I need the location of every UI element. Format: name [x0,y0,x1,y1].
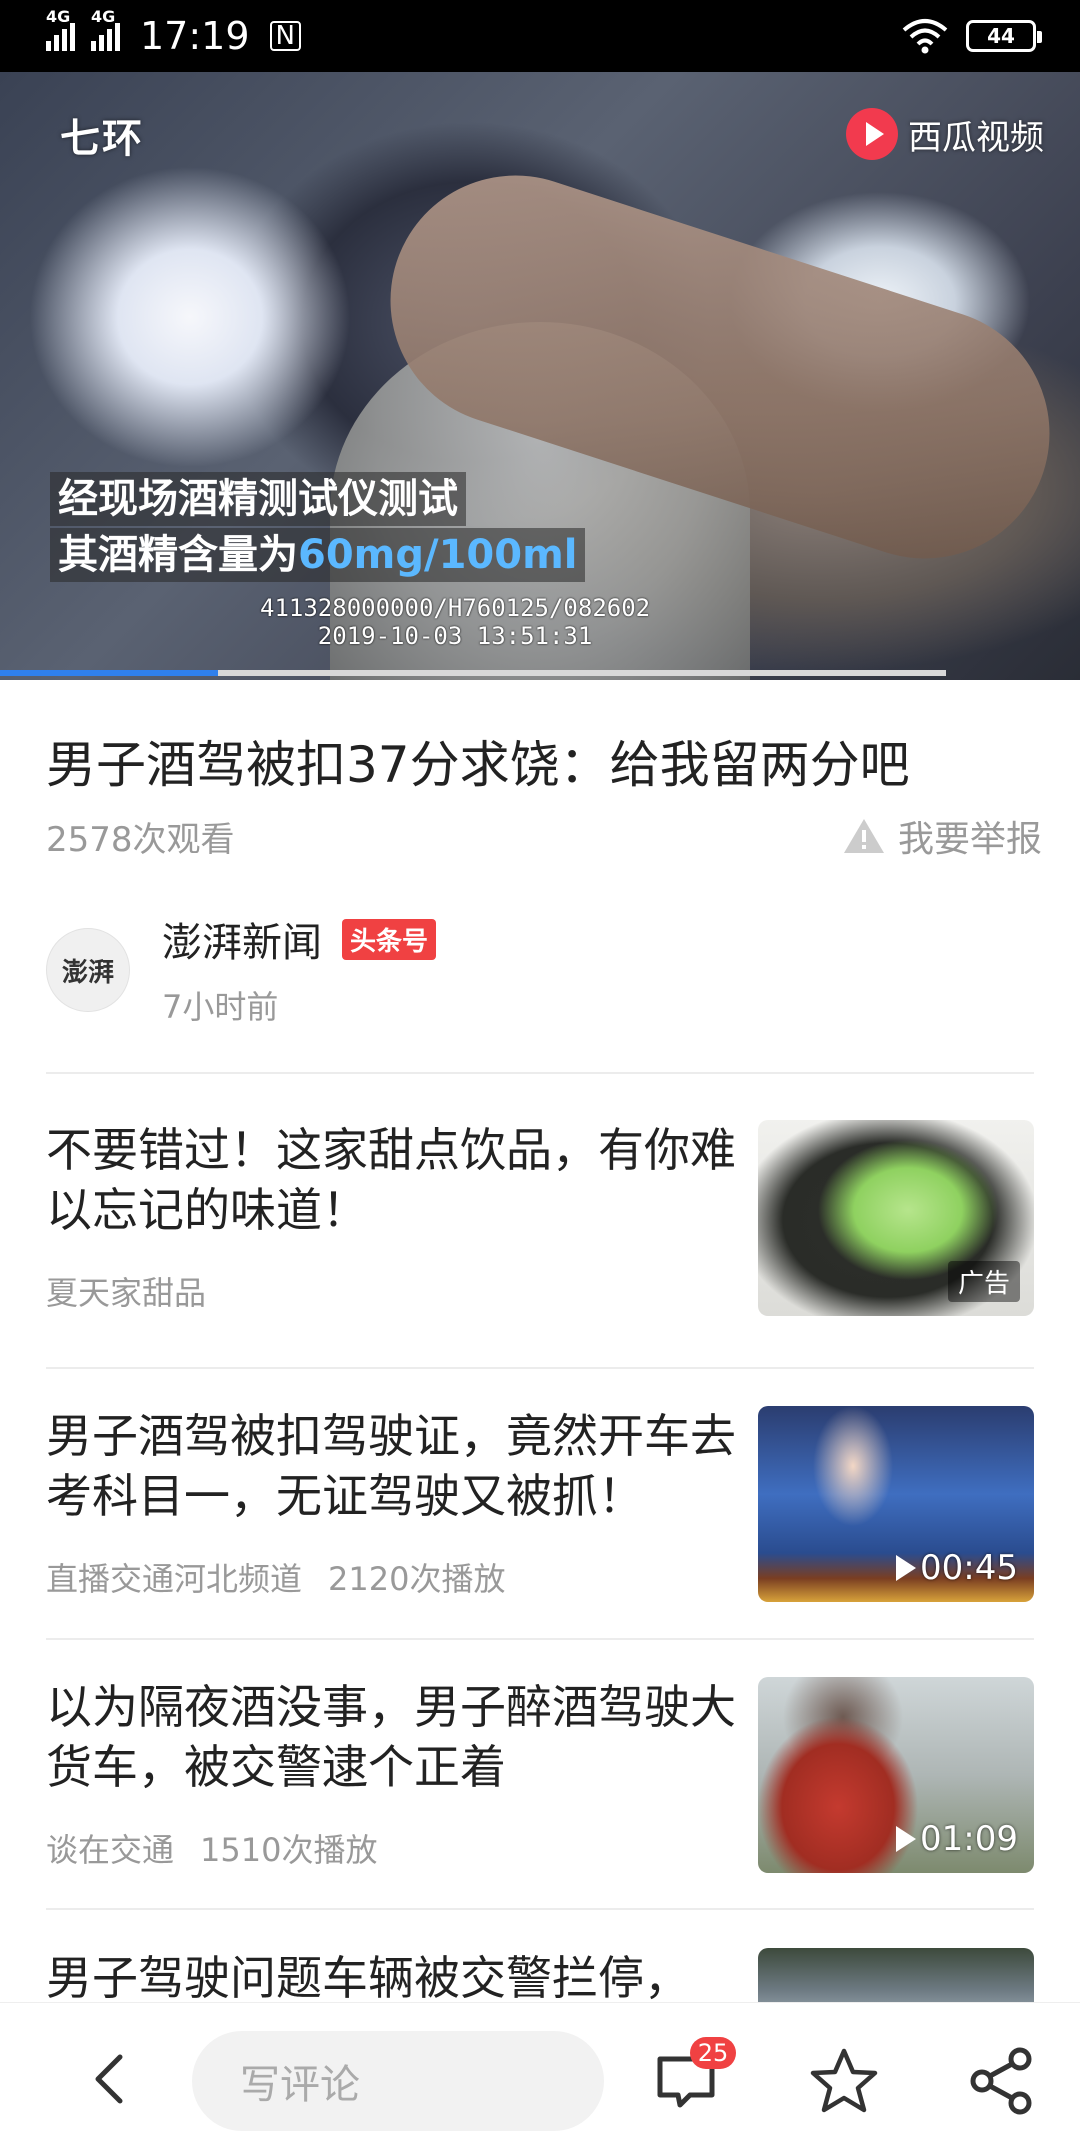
video-subtitle: 经现场酒精测试仪测试 其酒精含量为60mg/100ml [50,472,586,584]
list-item-plays: 1510次播放 [200,1831,378,1869]
divider [46,1908,1034,1910]
list-item-thumbnail [758,1948,1034,2002]
video-duration: 01:09 [896,1819,1018,1859]
warning-icon [843,819,884,853]
play-icon [896,1826,917,1852]
share-icon[interactable] [966,2045,1038,2117]
report-label: 我要举报 [897,819,1042,860]
battery-icon: 44 [966,20,1042,52]
list-item-meta: 夏天家甜品 [46,1268,206,1314]
signal-icon-2: 4G [91,7,120,51]
bottom-action-bar: 写评论 25 [0,2002,1080,2154]
avatar[interactable]: 澎湃 [46,928,130,1012]
author-row[interactable]: 澎湃 澎湃新闻 头条号 7小时前 [46,910,437,1028]
comment-count-badge: 25 [690,2037,736,2069]
back-icon[interactable] [82,2049,142,2109]
divider [46,1638,1034,1640]
list-item[interactable]: 以为隔夜酒没事，男子醉酒驾驶大货车，被交警逮个正着 谈在交通 1510次播放 01… [46,1677,1034,1877]
list-item-meta: 直播交通河北频道 2120次播放 [46,1554,505,1600]
list-item[interactable]: 不要错过！这家甜点饮品，有你难以忘记的味道！ 夏天家甜品 广告 [46,1120,1034,1320]
subtitle-line-2: 其酒精含量为60mg/100ml [50,528,586,582]
divider [46,1367,1034,1369]
view-count: 2578次观看 [46,820,235,860]
list-item-thumbnail: 01:09 [758,1677,1034,1873]
video-progress-fill [0,670,218,676]
bodycam-timestamp: 411328000000/H760125/082602 2019-10-03 1… [260,594,651,650]
publish-time: 7小时前 [162,988,279,1026]
video-title: 男子酒驾被扣37分求饶：给我留两分吧 [46,736,910,794]
video-player[interactable]: 七环 西瓜视频 经现场酒精测试仪测试 其酒精含量为60mg/100ml 4113… [0,72,1080,680]
wifi-icon [902,19,948,54]
video-duration: 00:45 [896,1548,1018,1588]
list-item-title: 不要错过！这家甜点饮品，有你难以忘记的味道！ [46,1123,736,1237]
list-item[interactable]: 男子酒驾被扣驾驶证，竟然开车去考科目一，无证驾驶又被抓！ 直播交通河北频道 212… [46,1406,1034,1606]
list-item-title: 男子酒驾被扣驾驶证，竟然开车去考科目一，无证驾驶又被抓！ [46,1409,736,1523]
list-item-plays: 2120次播放 [328,1560,506,1598]
signal-icon-1: 4G [46,7,75,51]
list-item-thumbnail: 广告 [758,1120,1034,1316]
video-progress-bar[interactable] [0,670,946,676]
list-item-title: 以为隔夜酒没事，男子醉酒驾驶大货车，被交警逮个正着 [46,1680,736,1794]
channel-watermark: 七环 [60,116,144,162]
xigua-watermark: 西瓜视频 [846,108,1044,160]
list-item-title: 男子驾驶问题车辆被交警拦停， [46,1951,690,2002]
list-item-meta: 谈在交通 1510次播放 [46,1825,377,1871]
list-item-source: 夏天家甜品 [46,1274,207,1312]
divider [46,1072,1034,1074]
author-name[interactable]: 澎湃新闻 [162,910,322,968]
status-time: 17:19 [140,14,250,58]
list-item-source: 直播交通河北频道 [46,1560,303,1598]
toutiao-badge: 头条号 [342,918,437,960]
list-item-thumbnail: 00:45 [758,1406,1034,1602]
report-button[interactable]: 我要举报 [842,810,1042,862]
ad-tag: 广告 [947,1261,1020,1302]
nfc-icon: N [269,21,301,51]
play-icon [896,1555,917,1581]
list-item[interactable]: 男子驾驶问题车辆被交警拦停， [46,1948,1034,2002]
status-bar: 4G 4G 17:19 N 44 [0,0,1080,72]
subtitle-line-1: 经现场酒精测试仪测试 [50,472,466,526]
comment-input[interactable]: 写评论 [192,2031,604,2131]
xigua-logo-icon [846,108,898,160]
list-item-source: 谈在交通 [46,1831,175,1869]
star-icon[interactable] [808,2045,880,2117]
